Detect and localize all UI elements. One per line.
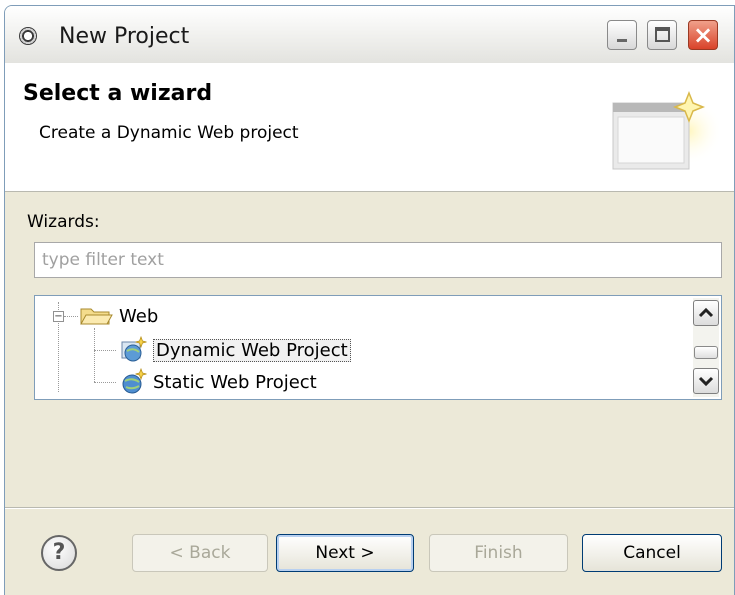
scroll-thumb[interactable] (694, 346, 718, 359)
minimize-button[interactable] (607, 20, 637, 50)
collapse-toggle-icon[interactable]: − (53, 311, 64, 322)
close-button[interactable]: × (688, 20, 718, 50)
wizard-banner: Select a wizard Create a Dynamic Web pro… (5, 63, 734, 192)
title-bar[interactable]: New Project × (5, 6, 734, 64)
tree-item-label: Static Web Project (153, 371, 317, 393)
chevron-up-icon (698, 307, 714, 318)
wizard-tree[interactable]: − Web Dynamic Web Project Static Web Pro… (34, 295, 722, 400)
tree-item-dynamic-web-project[interactable]: Dynamic Web Project (119, 336, 351, 364)
footer-separator (5, 507, 734, 508)
banner-title: Select a wizard (23, 81, 213, 106)
tree-connector-line (94, 382, 116, 383)
window-title: New Project (59, 24, 190, 49)
tree-vertical-scrollbar[interactable] (693, 298, 719, 397)
next-button[interactable]: Next > (276, 534, 414, 572)
eclipse-app-icon (19, 27, 37, 45)
finish-button[interactable]: Finish (429, 534, 568, 572)
tree-connector-line (64, 316, 78, 317)
banner-description: Create a Dynamic Web project (39, 123, 299, 143)
cancel-button[interactable]: Cancel (582, 534, 722, 572)
filter-input[interactable] (34, 242, 722, 278)
new-project-dialog: New Project × Select a wizard Create a D… (4, 5, 735, 595)
maximize-button[interactable] (647, 20, 677, 50)
scroll-down-button[interactable] (693, 368, 719, 394)
tree-item-label: Dynamic Web Project (153, 338, 351, 362)
close-icon: × (692, 21, 714, 49)
static-web-project-icon (122, 368, 147, 394)
new-wizard-graphic-icon (612, 91, 719, 170)
tree-connector-line (94, 350, 116, 351)
wizards-label: Wizards: (27, 212, 100, 232)
chevron-down-icon (698, 376, 714, 387)
help-icon: ? (52, 540, 66, 565)
tree-item-static-web-project[interactable]: Static Web Project (119, 368, 317, 396)
help-button[interactable]: ? (41, 535, 77, 571)
tree-connector-line (94, 328, 95, 382)
minimize-icon (617, 39, 627, 42)
scroll-up-button[interactable] (693, 300, 719, 326)
back-button[interactable]: < Back (132, 534, 268, 572)
folder-open-icon (80, 308, 113, 325)
tree-item-label: Web (119, 305, 159, 327)
tree-item-web[interactable]: Web (79, 302, 158, 330)
maximize-icon (655, 27, 670, 42)
dynamic-web-project-icon (121, 336, 147, 362)
